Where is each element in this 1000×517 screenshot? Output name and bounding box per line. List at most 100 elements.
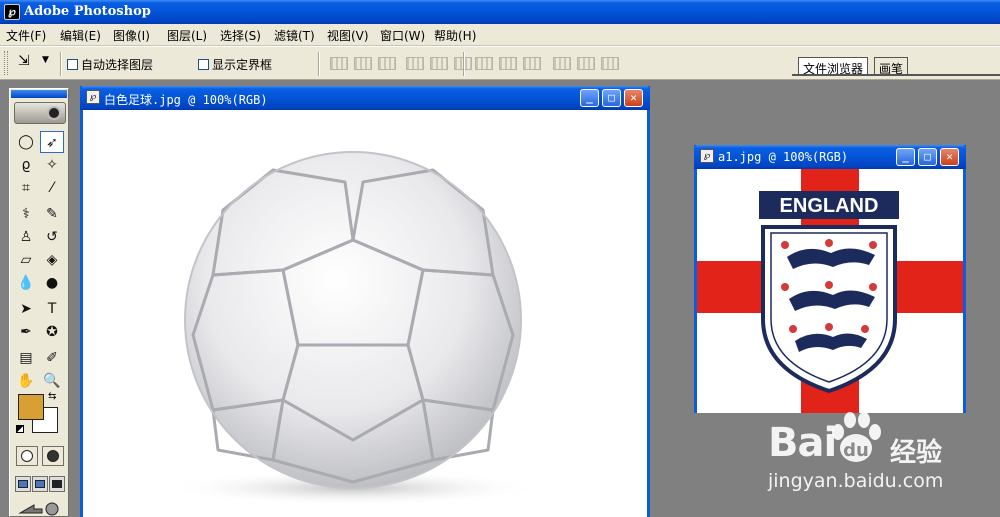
document-icon: ℘ — [86, 90, 100, 104]
minimize-button[interactable]: _ — [896, 148, 915, 166]
move-tool-icon[interactable]: ➶ — [40, 131, 64, 153]
notes-tool-icon[interactable]: ▤ — [14, 347, 38, 369]
menu-file[interactable]: 文件(F) — [6, 27, 46, 44]
clone-stamp-tool-icon[interactable]: ♙ — [14, 226, 38, 248]
type-tool-icon[interactable]: T — [40, 298, 64, 320]
standard-mode-icon — [21, 450, 33, 462]
quick-mask-icon — [47, 450, 59, 462]
align-vcenter-icon[interactable] — [354, 57, 372, 70]
auto-select-layer-label: 自动选择图层 — [81, 57, 154, 72]
baidu-jingyan-watermark: Bai du 经验 jingyan.baidu.com — [768, 408, 968, 508]
lasso-tool-icon[interactable]: ϱ — [14, 154, 38, 176]
options-bar-grip[interactable] — [4, 51, 8, 75]
default-colors-icon[interactable] — [16, 425, 24, 433]
distribute-bottom-icon[interactable] — [523, 57, 541, 70]
document-title: a1.jpg @ 100%(RGB) — [718, 150, 849, 164]
menu-filter[interactable]: 滤镜(T) — [274, 27, 315, 44]
align-bottom-icon[interactable] — [378, 57, 396, 70]
menu-layer[interactable]: 图层(L) — [167, 27, 207, 44]
slice-tool-icon[interactable]: ⁄ — [40, 177, 64, 199]
document-canvas[interactable] — [83, 110, 647, 517]
watermark-url: jingyan.baidu.com — [768, 470, 944, 492]
checkbox-box[interactable] — [67, 58, 78, 70]
align-hcenter-icon[interactable] — [430, 57, 448, 70]
dodge-tool-icon[interactable]: ● — [40, 272, 64, 294]
crop-tool-icon[interactable]: ⌗ — [14, 177, 38, 199]
standard-screen-mode-button[interactable] — [15, 476, 31, 492]
screen-mode-icon — [35, 480, 45, 488]
soccer-ball-image — [163, 151, 543, 506]
app-title: Adobe Photoshop — [24, 4, 151, 19]
show-bounding-box-checkbox[interactable]: 显示定界框 — [198, 56, 272, 72]
swap-colors-icon[interactable]: ⇆ — [48, 391, 56, 402]
foreground-color-swatch[interactable] — [18, 394, 44, 420]
full-screen-mode-button[interactable] — [49, 476, 65, 492]
options-separator — [318, 52, 320, 76]
blur-tool-icon[interactable]: 💧 — [14, 272, 38, 294]
svg-text:du: du — [843, 440, 869, 461]
standard-mode-button[interactable] — [16, 446, 38, 466]
england-badge-text: ENGLAND — [780, 195, 879, 217]
distribute-buttons — [475, 57, 619, 70]
distribute-top-icon[interactable] — [475, 57, 493, 70]
document-canvas[interactable]: ENGLAND — [697, 169, 963, 413]
hand-tool-icon[interactable]: ✋ — [14, 370, 38, 392]
options-separator — [463, 52, 465, 76]
document-icon: ℘ — [700, 149, 714, 163]
history-brush-tool-icon[interactable]: ↺ — [40, 226, 64, 248]
tool-preset-picker[interactable]: ⇲ ▼ — [18, 53, 54, 73]
baidu-paw-icon: du — [832, 412, 881, 462]
document-window-soccer[interactable]: ℘ 白色足球.jpg @ 100%(RGB) _ □ ✕ — [80, 86, 650, 517]
distribute-vcenter-icon[interactable] — [499, 57, 517, 70]
custom-shape-tool-icon[interactable]: ✪ — [40, 321, 64, 343]
distribute-right-icon[interactable] — [601, 57, 619, 70]
quick-mask-mode-button[interactable] — [42, 446, 64, 466]
app-titlebar[interactable]: ℘ Adobe Photoshop — [0, 0, 1000, 24]
maximize-button[interactable]: □ — [918, 148, 937, 166]
document-titlebar[interactable]: ℘ 白色足球.jpg @ 100%(RGB) _ □ ✕ — [80, 86, 650, 110]
screen-mode-icon — [18, 480, 28, 488]
jump-to-imageready-button[interactable] — [16, 501, 64, 517]
paint-bucket-tool-icon[interactable]: ◈ — [40, 249, 64, 271]
healing-brush-tool-icon[interactable]: ⚕ — [14, 203, 38, 225]
menu-view[interactable]: 视图(V) — [327, 27, 369, 44]
checkbox-box[interactable] — [198, 58, 209, 70]
align-left-icon[interactable] — [406, 57, 424, 70]
menu-image[interactable]: 图像(I) — [113, 27, 150, 44]
show-bounding-box-label: 显示定界框 — [212, 57, 273, 72]
close-button[interactable]: ✕ — [940, 148, 959, 166]
menu-edit[interactable]: 编辑(E) — [60, 27, 101, 44]
menu-window[interactable]: 窗口(W) — [380, 27, 425, 44]
zoom-tool-icon[interactable]: 🔍 — [40, 370, 64, 392]
document-title: 白色足球.jpg @ 100%(RGB) — [104, 93, 268, 107]
magic-wand-tool-icon[interactable]: ✧ — [40, 154, 64, 176]
path-selection-tool-icon[interactable]: ➤ — [14, 298, 38, 320]
maximize-button[interactable]: □ — [602, 89, 621, 107]
auto-select-layer-checkbox[interactable]: 自动选择图层 — [67, 56, 153, 72]
move-tool-icon: ⇲ — [18, 53, 30, 69]
minimize-button[interactable]: _ — [580, 89, 599, 107]
document-titlebar[interactable]: ℘ a1.jpg @ 100%(RGB) _ □ ✕ — [694, 145, 966, 169]
options-separator — [60, 52, 62, 76]
toolbox-titlebar[interactable] — [11, 90, 67, 98]
full-screen-menu-mode-button[interactable] — [32, 476, 48, 492]
eraser-tool-icon[interactable]: ▱ — [14, 249, 38, 271]
dropdown-arrow-icon: ▼ — [42, 55, 49, 65]
pen-tool-icon[interactable]: ✒ — [14, 321, 38, 343]
elliptical-marquee-tool-icon[interactable]: ◯ — [14, 131, 38, 153]
brush-tool-icon[interactable]: ✎ — [40, 203, 64, 225]
photoshop-eye-logo[interactable] — [14, 102, 66, 124]
document-window-england[interactable]: ℘ a1.jpg @ 100%(RGB) _ □ ✕ ENGLAND — [694, 145, 966, 413]
menu-bar: 文件(F) 编辑(E) 图像(I) 图层(L) 选择(S) 滤镜(T) 视图(V… — [0, 24, 1000, 46]
close-button[interactable]: ✕ — [624, 89, 643, 107]
menu-help[interactable]: 帮助(H) — [434, 27, 476, 44]
eye-icon — [47, 106, 61, 120]
menu-select[interactable]: 选择(S) — [220, 27, 261, 44]
photoshop-app-icon[interactable]: ℘ — [4, 4, 20, 20]
england-badge-image: ENGLAND — [697, 169, 963, 413]
watermark-brand: Bai — [768, 420, 837, 466]
eyedropper-tool-icon[interactable]: ✐ — [40, 347, 64, 369]
align-top-icon[interactable] — [330, 57, 348, 70]
distribute-left-icon[interactable] — [553, 57, 571, 70]
distribute-hcenter-icon[interactable] — [577, 57, 595, 70]
